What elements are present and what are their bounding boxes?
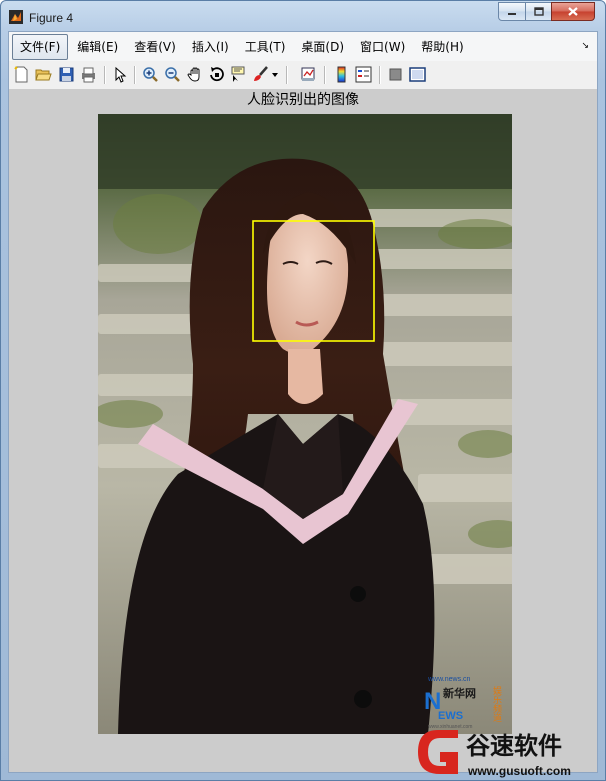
pan-icon[interactable] — [187, 66, 204, 83]
menu-file[interactable]: 文件(F) — [12, 33, 69, 60]
data-cursor-icon[interactable] — [229, 66, 246, 83]
open-file-icon[interactable] — [35, 66, 52, 83]
toolbar-separator — [134, 66, 136, 84]
watermark-cn: 谷速软件 — [466, 732, 562, 760]
face-photo[interactable]: www.news.cn N 新华网 EWS www.xinhuanet.com … — [98, 114, 512, 734]
show-plot-tools-icon[interactable] — [409, 66, 426, 83]
print-icon[interactable] — [80, 66, 97, 83]
menu-edit[interactable]: 编辑(E) — [70, 35, 125, 59]
figure-canvas: 人脸识别出的图像 www.news.cn N 新华网 EWS www.xinhu… — [9, 89, 597, 772]
rotate-3d-icon[interactable] — [208, 66, 225, 83]
menu-help[interactable]: 帮助(H) — [414, 35, 470, 59]
window-title: Figure 4 — [29, 11, 74, 25]
new-figure-icon[interactable] — [13, 66, 30, 83]
logo-ews: EWS — [438, 710, 463, 722]
zoom-out-icon[interactable] — [164, 66, 181, 83]
colorbar-icon[interactable] — [333, 66, 350, 83]
title-bar[interactable]: Figure 4 — [1, 1, 605, 31]
close-icon — [568, 7, 578, 16]
menu-bar: 文件(F) 编辑(E) 查看(V) 插入(I) 工具(T) 桌面(D) 窗口(W… — [9, 32, 597, 61]
toolbar-separator — [379, 66, 381, 84]
close-button[interactable] — [551, 2, 595, 21]
logo-side: 娱乐频道 — [491, 685, 502, 723]
edit-plot-icon[interactable] — [112, 66, 129, 83]
maximize-icon — [533, 7, 544, 16]
toolbar-separator — [104, 66, 106, 84]
hide-plot-tools-icon[interactable] — [387, 66, 404, 83]
minimize-icon — [508, 12, 516, 15]
figure-toolbar — [9, 61, 597, 90]
figure-window: Figure 4 文件(F) 编辑(E) 查看(V) 插入(I) 工具(T) 桌… — [0, 0, 606, 781]
logo-url: www.news.cn — [427, 676, 471, 683]
menu-insert[interactable]: 插入(I) — [185, 35, 236, 59]
menu-tools[interactable]: 工具(T) — [238, 35, 293, 59]
logo-cn: 新华网 — [443, 686, 476, 700]
dock-arrow-icon[interactable]: ↘ — [581, 41, 589, 51]
save-icon[interactable] — [58, 66, 75, 83]
matlab-icon — [9, 10, 23, 24]
toolbar-separator — [286, 66, 288, 84]
watermark-url: www.gusuoft.com — [467, 764, 571, 778]
legend-icon[interactable] — [355, 66, 372, 83]
menu-window[interactable]: 窗口(W) — [353, 35, 412, 59]
maximize-button[interactable] — [525, 2, 552, 21]
axes-title: 人脸识别出的图像 — [247, 92, 359, 108]
gusu-watermark: 谷速软件 www.gusuoft.com — [418, 730, 571, 778]
toolbar-separator — [324, 66, 326, 84]
menu-desktop[interactable]: 桌面(D) — [294, 35, 351, 59]
brush-icon[interactable] — [252, 66, 269, 83]
zoom-in-icon[interactable] — [142, 66, 159, 83]
brush-dropdown-icon[interactable] — [271, 66, 279, 83]
menu-view[interactable]: 查看(V) — [127, 35, 183, 59]
minimize-button[interactable] — [498, 2, 526, 21]
figure-client-area: 文件(F) 编辑(E) 查看(V) 插入(I) 工具(T) 桌面(D) 窗口(W… — [8, 31, 598, 773]
link-plot-icon[interactable] — [300, 66, 317, 83]
